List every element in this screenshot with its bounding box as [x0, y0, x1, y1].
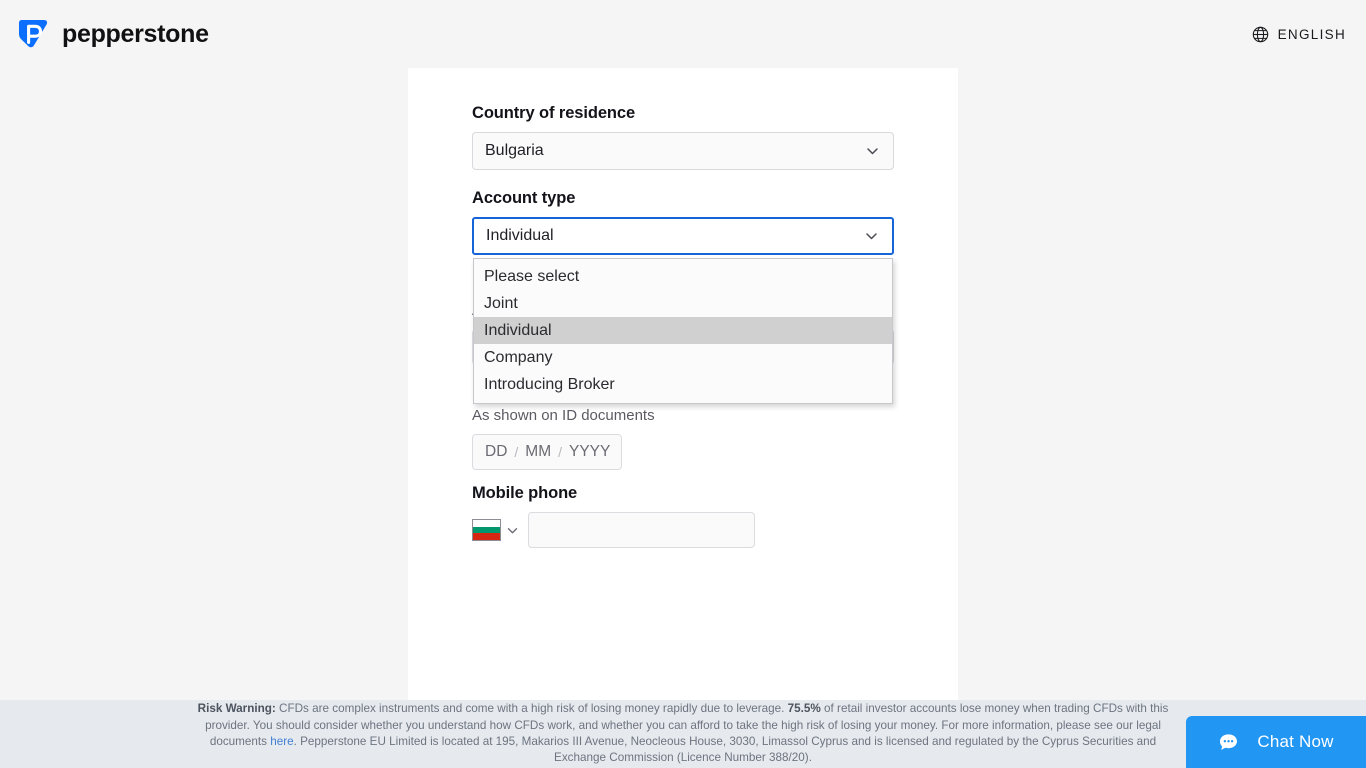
country-of-residence-select[interactable]: Bulgaria [472, 132, 894, 170]
account-type-value: Individual [486, 227, 554, 244]
brand-name: pepperstone [62, 19, 209, 48]
country-of-residence-field: Country of residence Bulgaria [472, 104, 894, 170]
chevron-down-icon [506, 524, 519, 537]
mobile-phone-label: Mobile phone [472, 484, 578, 502]
chat-now-button[interactable]: Chat Now [1186, 716, 1366, 768]
account-type-label: Account type [472, 189, 576, 207]
mobile-phone-field: Mobile phone [472, 484, 894, 548]
pepperstone-p-logo-icon [16, 17, 50, 51]
bulgaria-flag-icon [472, 519, 501, 541]
chevron-down-icon [865, 144, 880, 159]
dob-day-placeholder[interactable]: DD [485, 443, 507, 461]
risk-warning-text: Risk Warning: CFDs are complex instrumen… [183, 701, 1183, 766]
chat-now-label: Chat Now [1257, 732, 1334, 751]
risk-warning-label: Risk Warning: [197, 702, 276, 716]
account-type-dropdown-list[interactable]: Please select Joint Individual Company I… [473, 258, 893, 404]
mobile-phone-input[interactable] [528, 512, 755, 548]
date-of-birth-input-group[interactable]: DD / MM / YYYY [472, 434, 622, 470]
chevron-down-icon [864, 229, 879, 244]
brand-logo[interactable]: pepperstone [16, 17, 209, 51]
risk-warning-part1: CFDs are complex instruments and come wi… [275, 702, 788, 716]
dob-separator: / [558, 444, 562, 460]
language-selector[interactable]: ENGLISH [1252, 26, 1346, 43]
globe-icon [1252, 26, 1269, 43]
dropdown-option[interactable]: Joint [474, 290, 892, 317]
dob-separator: / [514, 444, 519, 460]
account-type-select[interactable]: Individual [472, 217, 894, 255]
country-of-residence-label: Country of residence [472, 104, 636, 122]
dropdown-option[interactable]: Please select [474, 263, 892, 290]
legal-documents-link[interactable]: here [270, 735, 293, 748]
date-of-birth-hint: As shown on ID documents [472, 407, 655, 424]
account-type-field: Account type Individual [472, 189, 894, 255]
page-header: pepperstone ENGLISH [0, 0, 1366, 68]
chat-bubble-icon [1218, 732, 1239, 753]
phone-country-selector[interactable] [472, 519, 519, 541]
mobile-phone-row [472, 512, 894, 548]
dropdown-option-selected[interactable]: Individual [474, 317, 892, 344]
country-of-residence-value: Bulgaria [485, 142, 544, 159]
dob-year-placeholder[interactable]: YYYY [569, 443, 610, 461]
risk-warning-part3: . Pepperstone EU Limited is located at 1… [293, 735, 1157, 765]
dob-month-placeholder[interactable]: MM [525, 443, 551, 461]
risk-warning-footer: Risk Warning: CFDs are complex instrumen… [0, 700, 1366, 768]
dropdown-option[interactable]: Company [474, 344, 892, 371]
dropdown-option[interactable]: Introducing Broker [474, 371, 892, 398]
language-label: ENGLISH [1277, 26, 1346, 42]
risk-warning-percentage: 75.5% [787, 702, 821, 716]
